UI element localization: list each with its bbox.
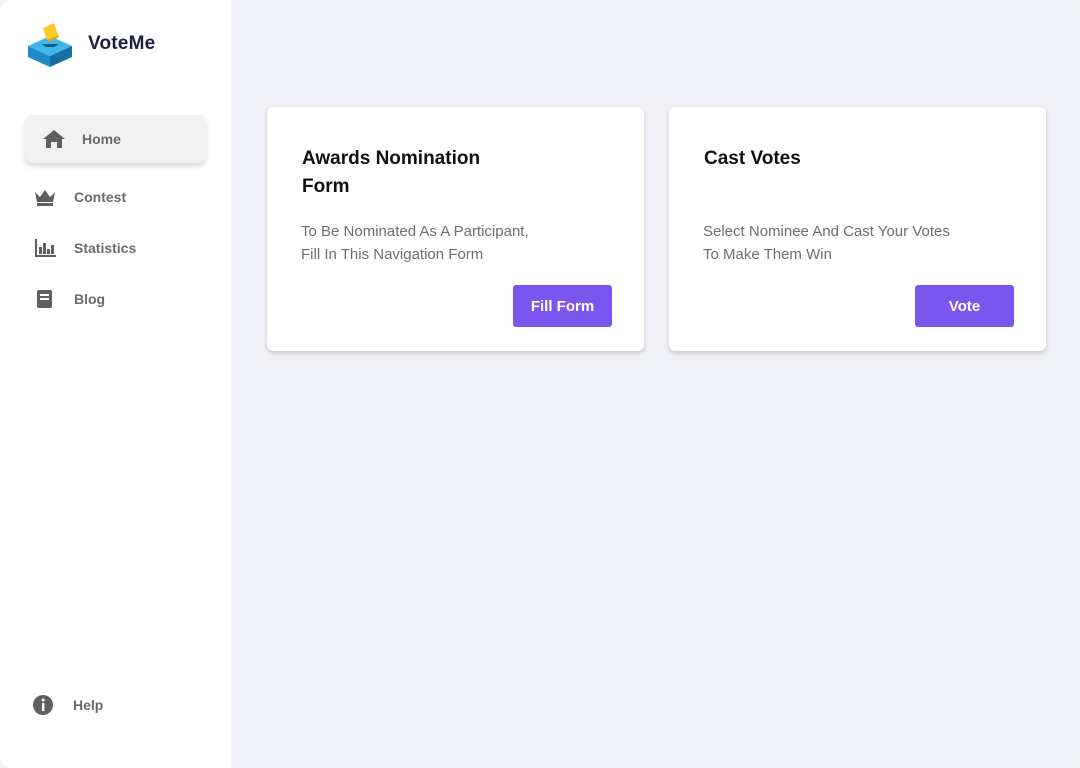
ballot-box-icon: [28, 23, 72, 67]
brand[interactable]: VoteMe: [26, 20, 155, 68]
sidebar-item-home[interactable]: Home: [25, 115, 206, 163]
card-description: To Be Nominated As A Participant, Fill I…: [301, 223, 529, 263]
card-title: Awards Nomination Form: [302, 148, 481, 197]
sidebar-item-label: Statistics: [74, 240, 137, 256]
cast-votes-card: Cast Votes Select Nominee And Cast Your …: [669, 107, 1046, 351]
home-icon: [41, 128, 67, 150]
sidebar-item-label: Blog: [74, 291, 106, 307]
card-title: Cast Votes: [704, 148, 801, 169]
vote-button[interactable]: Vote: [915, 285, 1014, 327]
fill-form-button[interactable]: Fill Form: [513, 285, 612, 327]
sidebar-item-contest[interactable]: Contest: [32, 185, 126, 209]
sidebar-item-label: Home: [82, 131, 121, 147]
sidebar-item-blog[interactable]: Blog: [32, 287, 105, 311]
card-description: Select Nominee And Cast Your Votes To Ma…: [703, 223, 950, 263]
nomination-card: Awards Nomination Form To Be Nominated A…: [267, 107, 644, 351]
sidebar: VoteMe Home Contest Statistics Blog Help: [0, 0, 231, 768]
book-icon: [32, 288, 58, 310]
bar-chart-icon: [32, 237, 58, 259]
sidebar-item-statistics[interactable]: Statistics: [32, 236, 136, 260]
sidebar-item-help[interactable]: Help: [30, 693, 103, 717]
sidebar-item-label: Help: [73, 697, 104, 713]
info-icon: [30, 694, 56, 716]
crown-icon: [32, 186, 58, 208]
sidebar-item-label: Contest: [74, 189, 127, 205]
app-window: VoteMe Home Contest Statistics Blog Help…: [0, 0, 1080, 768]
brand-name: VoteMe: [88, 33, 156, 54]
